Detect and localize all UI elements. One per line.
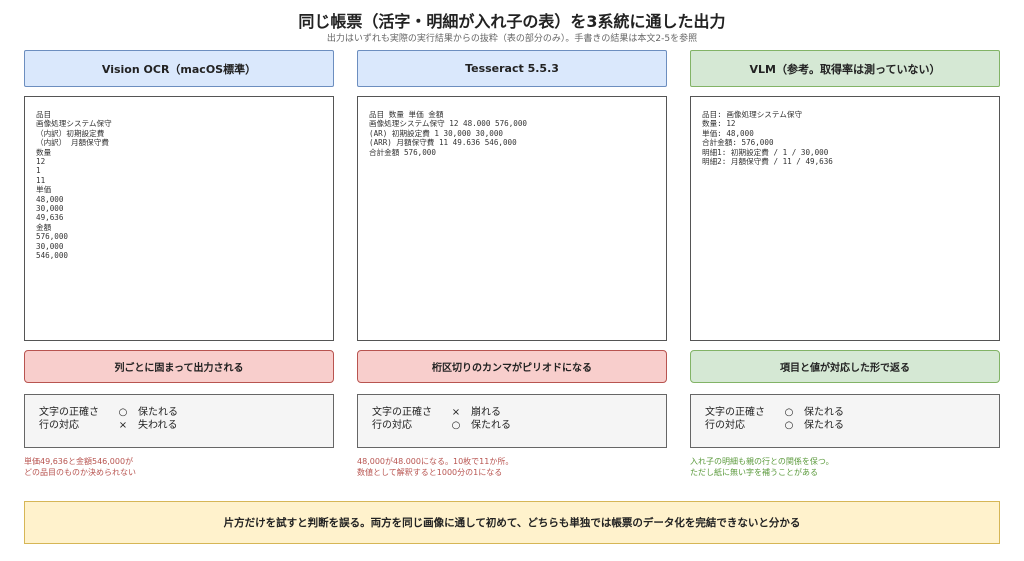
eval-mark: ×	[451, 407, 461, 418]
eval-label: 行の対応	[372, 420, 412, 431]
eval-text: 崩れる	[471, 407, 501, 418]
note-line: ただし紙に無い字を補うことがある	[690, 468, 818, 477]
ocr-output-box: 品目 数量 単価 金額 画像処理システム保守 12 48.000 576,000…	[357, 96, 667, 341]
eval-label: 文字の正確さ	[705, 407, 765, 418]
output-line: （内訳） 月額保守費	[36, 138, 109, 148]
output-line: 品目: 画像処理システム保守	[702, 110, 803, 119]
output-line: 数量	[36, 147, 52, 157]
output-line: 品目 数量 単価 金額	[369, 110, 444, 119]
eval-text: 保たれる	[804, 407, 844, 418]
output-line: 数量: 12	[702, 119, 736, 129]
output-line: 546,000	[36, 251, 69, 261]
output-line: 金額	[36, 222, 52, 232]
eval-text: 失われる	[138, 420, 178, 431]
column-vlm: VLM（参考。取得率は測っていない） 品目: 画像処理システム保守 数量: 12…	[690, 50, 1000, 478]
output-line: 30,000	[36, 241, 64, 251]
note-line: 48,000が48.000になる。10枚で11か所。	[357, 457, 514, 466]
output-line: 画像処理システム保守	[36, 119, 112, 129]
output-line: 合計金額: 576,000	[702, 138, 774, 148]
note-line: 入れ子の明細も親の行との関係を保つ。	[690, 457, 834, 466]
output-line: 49,636	[36, 213, 64, 223]
note-line: どの品目のものか決められない	[24, 468, 136, 477]
output-line: 1	[36, 166, 41, 176]
verdict-box: 項目と値が対応した形で返る	[690, 350, 1000, 383]
verdict-box: 列ごとに固まって出力される	[24, 350, 334, 383]
ocr-output-box: 品目: 画像処理システム保守 数量: 12 単価: 48,000 合計金額: 5…	[690, 96, 1000, 341]
evaluation-box: 文字の正確さ ○ 保たれる 行の対応 ○ 保たれる	[690, 394, 1000, 448]
output-line: (ARR) 月額保守費 11 49.636 546,000	[369, 138, 517, 148]
eval-label: 行の対応	[705, 420, 745, 431]
eval-label: 文字の正確さ	[372, 407, 432, 418]
output-line: 30,000	[36, 204, 64, 214]
output-line: 単価	[36, 185, 52, 195]
eval-row-alignment: 行の対応 ○ 保たれる	[372, 419, 666, 432]
conclusion-banner: 片方だけを試すと判断を誤る。両方を同じ画像に通して初めて、どちらも単独では帳票の…	[24, 501, 1000, 544]
output-line: （内訳）初期設定費	[36, 128, 105, 138]
verdict-box: 桁区切りのカンマがピリオドになる	[357, 350, 667, 383]
eval-label: 行の対応	[39, 420, 79, 431]
evaluation-box: 文字の正確さ ○ 保たれる 行の対応 × 失われる	[24, 394, 334, 448]
eval-row-alignment: 行の対応 × 失われる	[39, 419, 333, 432]
eval-mark: ○	[451, 420, 461, 431]
column-tesseract: Tesseract 5.5.3 品目 数量 単価 金額 画像処理システム保守 1…	[357, 50, 667, 478]
eval-row-accuracy: 文字の正確さ ○ 保たれる	[39, 406, 333, 419]
note: 48,000が48.000になる。10枚で11か所。 数値として解釈すると100…	[357, 456, 667, 478]
output-line: 明細2: 月額保守費 / 11 / 49,636	[702, 157, 833, 167]
output-line: (AR) 初期設定費 1 30,000 30,000	[369, 128, 503, 138]
evaluation-box: 文字の正確さ × 崩れる 行の対応 ○ 保たれる	[357, 394, 667, 448]
output-line: 48,000	[36, 194, 64, 204]
page-title: 同じ帳票（活字・明細が入れ子の表）を3系統に通した出力	[298, 12, 726, 31]
column-vision-ocr: Vision OCR（macOS標準） 品目 画像処理システム保守 （内訳）初期…	[24, 50, 334, 478]
column-header: VLM（参考。取得率は測っていない）	[690, 50, 1000, 87]
output-line: 単価: 48,000	[702, 128, 754, 138]
output-line: 合計金額 576,000	[369, 147, 436, 157]
eval-row-accuracy: 文字の正確さ ○ 保たれる	[705, 406, 999, 419]
eval-text: 保たれる	[804, 420, 844, 431]
ocr-output-box: 品目 画像処理システム保守 （内訳）初期設定費 （内訳） 月額保守費 数量 12…	[24, 96, 334, 341]
column-header: Tesseract 5.5.3	[357, 50, 667, 87]
eval-mark: ×	[118, 420, 128, 431]
page-subtitle: 出力はいずれも実際の実行結果からの抜粋（表の部分のみ）。手書きの結果は本文2-5…	[326, 34, 698, 44]
note: 単価49,636と金額546,000が どの品目のものか決められない	[24, 456, 334, 478]
output-line: 576,000	[36, 232, 69, 242]
eval-mark: ○	[118, 407, 128, 418]
eval-mark: ○	[784, 420, 794, 431]
output-line: 12	[36, 157, 46, 167]
column-header: Vision OCR（macOS標準）	[24, 50, 334, 87]
note: 入れ子の明細も親の行との関係を保つ。 ただし紙に無い字を補うことがある	[690, 456, 1000, 478]
output-line: 画像処理システム保守 12 48.000 576,000	[369, 119, 528, 129]
eval-label: 文字の正確さ	[39, 407, 99, 418]
eval-text: 保たれる	[138, 407, 178, 418]
eval-mark: ○	[784, 407, 794, 418]
eval-row-accuracy: 文字の正確さ × 崩れる	[372, 406, 666, 419]
note-line: 数値として解釈すると1000分の1になる	[357, 468, 503, 477]
output-line: 品目	[36, 110, 52, 119]
output-line: 明細1: 初期設定費 / 1 / 30,000	[702, 147, 829, 157]
eval-row-alignment: 行の対応 ○ 保たれる	[705, 419, 999, 432]
output-line: 11	[36, 175, 46, 185]
eval-text: 保たれる	[471, 420, 511, 431]
note-line: 単価49,636と金額546,000が	[24, 457, 134, 466]
